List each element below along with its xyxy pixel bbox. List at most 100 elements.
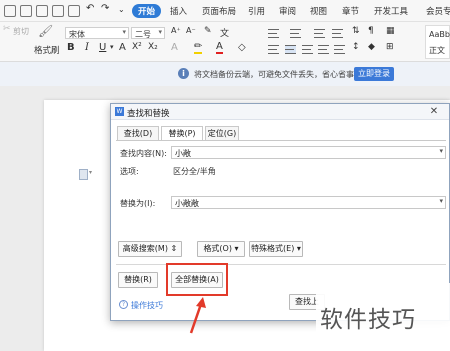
tips-link[interactable]: 操作技巧	[131, 300, 163, 311]
red-arrow-icon	[189, 297, 206, 334]
decrease-indent-icon[interactable]	[314, 29, 325, 38]
find-value: 小敞	[175, 149, 191, 158]
replace-input[interactable]: 小敞敞 ▾	[171, 196, 446, 209]
justify-icon[interactable]	[318, 45, 329, 54]
distribute-icon[interactable]	[334, 45, 345, 54]
ribbon-tab-bar: ↶ ↷ ⌄ 开始 插入 页面布局 引用 审阅 视图 章节 开发工具 会员专	[0, 0, 450, 22]
tab-developer[interactable]: 开发工具	[374, 5, 408, 17]
shrink-font-icon[interactable]: A⁻	[186, 26, 196, 35]
tab-divider	[116, 140, 446, 141]
table-icon[interactable]: ▦	[386, 26, 395, 36]
subscript-icon[interactable]: X₂	[148, 42, 158, 52]
font-size-value: 二号	[135, 30, 151, 39]
watermark-text: 软件技巧	[320, 307, 416, 333]
login-button[interactable]: 立即登录	[354, 67, 394, 81]
format-painter-icon[interactable]: 🖌	[38, 24, 53, 38]
chevron-down-icon[interactable]: ▾	[439, 197, 443, 205]
dialog-title: 查找和替换	[127, 109, 170, 119]
options-label: 选项:	[120, 167, 139, 176]
special-format-button[interactable]: 特殊格式(E) ▾	[249, 241, 303, 257]
tab-home[interactable]: 开始	[132, 4, 162, 18]
format-button[interactable]: 格式(O) ▾	[197, 241, 245, 257]
style-gallery[interactable]: AaBb 正文	[425, 25, 450, 59]
menu-icon[interactable]	[4, 5, 16, 17]
chevron-down-icon: ▾	[122, 28, 126, 36]
align-center-icon[interactable]	[285, 45, 296, 54]
app-icon: W	[115, 107, 124, 116]
superscript-icon[interactable]: X²	[132, 42, 142, 52]
chevron-down-icon: ▾	[234, 244, 239, 253]
advanced-search-button[interactable]: 高级搜索(M) ⇕	[118, 241, 182, 257]
undo-icon[interactable]: ↶	[86, 3, 94, 14]
highlight-icon[interactable]: ✏	[194, 42, 203, 54]
borders-icon[interactable]: ⊞	[386, 42, 394, 52]
sort-icon[interactable]: ⇅	[352, 26, 360, 36]
tab-page-layout[interactable]: 页面布局	[202, 5, 236, 17]
tab-goto[interactable]: 定位(G)	[205, 126, 239, 141]
replace-button[interactable]: 替换(R)	[118, 272, 158, 288]
italic-icon[interactable]: I	[85, 42, 89, 53]
tab-chapter[interactable]: 章节	[342, 5, 359, 17]
advanced-search-label: 高级搜索(M)	[122, 244, 168, 253]
tab-review[interactable]: 审阅	[279, 5, 296, 17]
find-label: 查找内容(N):	[120, 149, 167, 158]
paragraph-marker-icon[interactable]	[79, 169, 88, 180]
print-icon[interactable]	[36, 5, 48, 17]
font-color-icon[interactable]: A	[216, 42, 223, 54]
shading-icon[interactable]: ◆	[368, 42, 375, 52]
grow-font-icon[interactable]: A⁺	[171, 26, 181, 35]
format-label: 格式(O)	[203, 244, 232, 253]
replace-label: 替换为(I):	[120, 199, 156, 208]
chevron-down-icon[interactable]: ▾	[110, 43, 114, 51]
chevron-down-icon: ▾	[158, 28, 162, 36]
tab-references[interactable]: 引用	[248, 5, 265, 17]
font-name-select[interactable]: 宋体 ▾	[65, 27, 129, 39]
tab-view[interactable]: 视图	[310, 5, 327, 17]
font-name-value: 宋体	[69, 30, 85, 39]
style-name: 正文	[429, 46, 445, 55]
chevron-down-icon: ▾	[296, 244, 301, 253]
clear-format-icon[interactable]: ✎	[204, 26, 212, 36]
text-effect-icon[interactable]: A	[171, 42, 178, 53]
save-icon[interactable]	[20, 5, 32, 17]
numbering-icon[interactable]	[290, 29, 301, 38]
special-format-label: 特殊格式(E)	[251, 244, 295, 253]
help-icon: ?	[119, 300, 128, 309]
redo-icon[interactable]: ↷	[101, 3, 109, 14]
underline-icon[interactable]: U	[99, 42, 106, 53]
replace-all-highlight	[166, 263, 228, 296]
double-chevron-icon: ⇕	[170, 244, 178, 253]
backup-notice: i 将文档备份云端，可避免文件丢失，省心省事 立即登录	[0, 62, 450, 86]
tab-replace[interactable]: 替换(P)	[161, 126, 203, 141]
dialog-titlebar[interactable]: W 查找和替换 ✕	[111, 104, 449, 120]
options-value: 区分全/半角	[173, 167, 216, 176]
chevron-down-icon[interactable]: ▾	[439, 147, 443, 155]
preview-icon[interactable]	[52, 5, 64, 17]
replace-value: 小敞敞	[175, 199, 199, 208]
font-size-select[interactable]: 二号 ▾	[131, 27, 165, 39]
info-icon: i	[178, 68, 189, 79]
notice-text: 将文档备份云端，可避免文件丢失，省心省事	[194, 70, 354, 79]
line-spacing-icon[interactable]: ↕	[352, 42, 360, 52]
strikethrough-icon[interactable]: A	[119, 42, 126, 53]
show-marks-icon[interactable]: ¶	[368, 26, 374, 36]
tab-insert[interactable]: 插入	[170, 5, 187, 17]
chevron-down-icon[interactable]: ▾	[89, 169, 92, 176]
find-input[interactable]: 小敞 ▾	[171, 146, 446, 159]
format-painter-label[interactable]: 格式刷	[34, 44, 60, 56]
bold-icon[interactable]: B	[67, 42, 75, 53]
bullets-icon[interactable]	[268, 29, 279, 38]
customize-icon[interactable]: ⌄	[118, 5, 125, 14]
style-preview: AaBb	[429, 30, 450, 39]
close-icon[interactable]: ✕	[427, 106, 441, 117]
char-border-icon[interactable]: ◇	[238, 42, 246, 53]
export-icon[interactable]	[68, 5, 80, 17]
scissors-icon[interactable]: ✂	[3, 24, 11, 34]
tab-member[interactable]: 会员专	[426, 5, 450, 17]
align-left-icon[interactable]	[268, 45, 279, 54]
increase-indent-icon[interactable]	[332, 29, 343, 38]
align-right-icon[interactable]	[302, 45, 313, 54]
tab-find[interactable]: 查找(D)	[117, 126, 159, 141]
ribbon-toolbar: ✂ 剪切 🖌 格式刷 宋体 ▾ 二号 ▾ A⁺ A⁻ ✎ 文 B I U ▾ A…	[0, 22, 450, 62]
pinyin-icon[interactable]: 文	[220, 26, 229, 39]
